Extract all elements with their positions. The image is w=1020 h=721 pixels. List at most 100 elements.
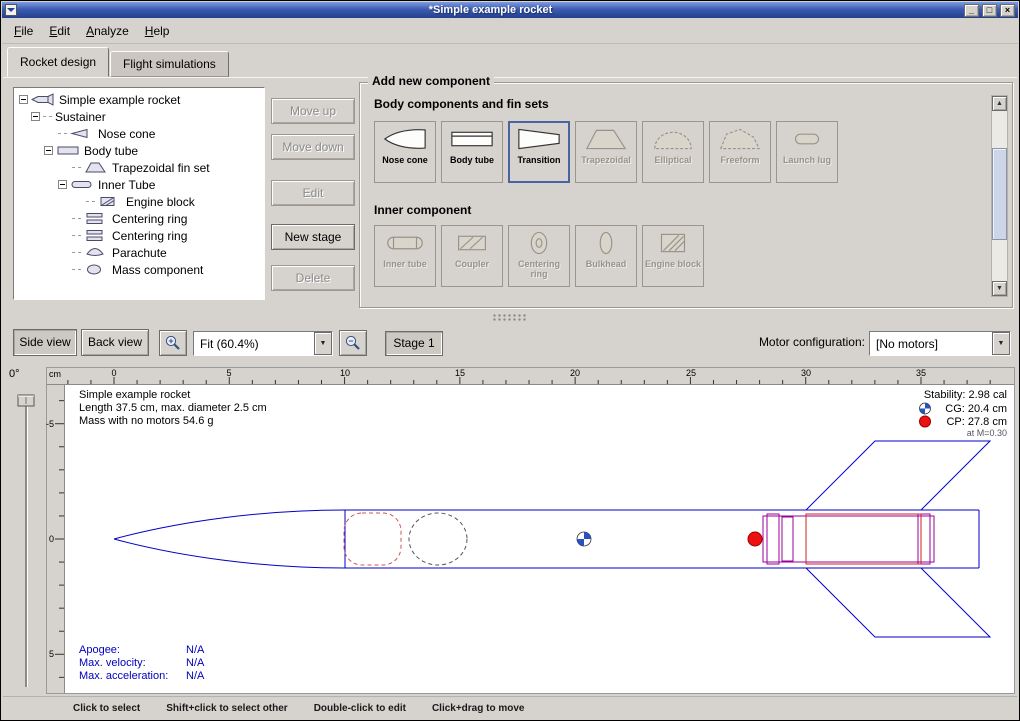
scroll-down-button[interactable]: ▼ <box>992 281 1007 296</box>
delete-button[interactable]: Delete <box>271 265 355 291</box>
svg-text:N/A: N/A <box>186 644 205 656</box>
freeform-fin-shape-icon <box>717 125 763 153</box>
menu-file[interactable]: File <box>6 20 41 42</box>
minimize-button[interactable]: _ <box>964 4 979 17</box>
collapse-icon[interactable] <box>31 112 40 121</box>
maximize-button[interactable]: □ <box>982 4 997 17</box>
move-up-button[interactable]: Move up <box>271 98 355 124</box>
zoom-out-button[interactable] <box>339 330 367 356</box>
tree-item-nose-cone[interactable]: Nose cone <box>16 125 262 142</box>
inner-tube-shape-icon <box>382 229 428 257</box>
edit-button[interactable]: Edit <box>271 180 355 206</box>
add-inner-tube-button[interactable]: Inner tube <box>374 225 436 287</box>
collapse-icon[interactable] <box>19 95 28 104</box>
tree-item-rocket[interactable]: Simple example rocket <box>16 91 262 108</box>
tree-item-centering-ring-1[interactable]: Centering ring <box>16 210 262 227</box>
add-centering-ring-button[interactable]: Centering ring <box>508 225 570 287</box>
view-toolbar: Side view Back view Fit (60.4%) ▼ Stage … <box>3 323 1017 361</box>
window-title: *Simple example rocket <box>20 3 961 17</box>
motor-configuration-select[interactable]: [No motors] ▼ <box>869 331 1011 356</box>
chevron-down-icon[interactable]: ▼ <box>314 332 332 355</box>
tab-flight-simulations[interactable]: Flight simulations <box>110 51 229 77</box>
tree-item-parachute[interactable]: Parachute <box>16 244 262 261</box>
rocket-icon <box>31 93 55 106</box>
main-tabs: Rocket design Flight simulations <box>7 46 230 77</box>
zoom-in-button[interactable] <box>159 330 187 356</box>
move-down-button[interactable]: Move down <box>271 134 355 160</box>
motor-configuration-label: Motor configuration: <box>759 335 865 349</box>
transition-shape-icon <box>516 125 562 153</box>
rocket-canvas[interactable]: 0° cm 0 5 10 15 20 <box>1 361 1020 695</box>
side-view-button[interactable]: Side view <box>13 329 77 356</box>
engine-block-icon <box>98 195 122 208</box>
stage-1-toggle[interactable]: Stage 1 <box>385 331 443 356</box>
tree-connector <box>72 167 81 168</box>
component-scrollbar[interactable]: ▲ ▼ <box>991 95 1008 297</box>
new-stage-button[interactable]: New stage <box>271 224 355 250</box>
tab-rocket-design[interactable]: Rocket design <box>7 47 109 77</box>
window-icon[interactable] <box>5 4 17 16</box>
add-freeform-fin-button[interactable]: Freeform <box>709 121 771 183</box>
add-launch-lug-button[interactable]: Launch lug <box>776 121 838 183</box>
tree-item-label: Centering ring <box>112 229 187 243</box>
tree-item-sustainer[interactable]: Sustainer <box>16 108 262 125</box>
back-view-button[interactable]: Back view <box>81 329 149 356</box>
add-elliptical-fin-button[interactable]: Elliptical <box>642 121 704 183</box>
horizontal-ruler: cm 0 5 10 15 20 25 30 35 <box>47 368 1014 385</box>
rocket-dimensions: Length 37.5 cm, max. diameter 2.5 cm <box>79 402 267 414</box>
add-bulkhead-button[interactable]: Bulkhead <box>575 225 637 287</box>
collapse-icon[interactable] <box>44 146 53 155</box>
menu-analyze[interactable]: Analyze <box>78 20 137 42</box>
status-bar: Click to select Shift+click to select ot… <box>3 696 1017 719</box>
tree-connector <box>58 133 67 134</box>
chevron-down-icon[interactable]: ▼ <box>992 332 1010 355</box>
tree-item-engine-block[interactable]: Engine block <box>16 193 262 210</box>
menu-help[interactable]: Help <box>137 20 178 42</box>
close-button[interactable]: × <box>1000 4 1015 17</box>
nose-cone-shape-icon <box>382 125 428 153</box>
hint-click-select: Click to select <box>73 703 140 714</box>
ruler-unit: cm <box>49 369 61 379</box>
add-trapezoidal-fin-button[interactable]: Trapezoidal <box>575 121 637 183</box>
tree-item-mass-component[interactable]: Mass component <box>16 261 262 278</box>
centering-ring-icon <box>84 212 108 225</box>
tree-item-label: Centering ring <box>112 212 187 226</box>
inner-tube-icon <box>70 178 94 191</box>
add-coupler-button[interactable]: Coupler <box>441 225 503 287</box>
drawing-area[interactable] <box>65 385 1015 693</box>
add-transition-button[interactable]: Transition <box>508 121 570 183</box>
add-nose-cone-button[interactable]: Nose cone <box>374 121 436 183</box>
app-window: *Simple example rocket _ □ × File Edit A… <box>0 0 1020 721</box>
svg-text:0: 0 <box>111 368 116 378</box>
tree-connector <box>43 116 52 117</box>
tree-item-centering-ring-2[interactable]: Centering ring <box>16 227 262 244</box>
tree-item-body-tube[interactable]: Body tube <box>16 142 262 159</box>
svg-text:Max. velocity:: Max. velocity: <box>79 657 146 669</box>
collapse-icon[interactable] <box>58 180 67 189</box>
add-engine-block-button[interactable]: Engine block <box>642 225 704 287</box>
split-divider[interactable] <box>3 313 1017 323</box>
tree-item-fin-set[interactable]: Trapezoidal fin set <box>16 159 262 176</box>
scrollbar-thumb[interactable] <box>992 148 1007 240</box>
tree-item-label: Engine block <box>126 195 195 209</box>
rotation-value: 0° <box>9 368 20 380</box>
engine-block-shape-icon <box>650 229 696 257</box>
menu-edit[interactable]: Edit <box>41 20 78 42</box>
rotation-slider[interactable] <box>18 395 34 687</box>
component-tree: Simple example rocket Sustainer Nose con… <box>13 87 265 300</box>
titlebar: *Simple example rocket _ □ × <box>2 2 1018 18</box>
zoom-select[interactable]: Fit (60.4%) ▼ <box>193 331 333 356</box>
group-title: Add new component <box>368 74 494 88</box>
hint-double-click: Double-click to edit <box>314 703 406 714</box>
tree-connector <box>72 269 81 270</box>
zoom-out-icon <box>344 334 362 352</box>
scroll-up-button[interactable]: ▲ <box>992 96 1007 111</box>
svg-text:35: 35 <box>916 368 926 378</box>
coupler-shape-icon <box>449 229 495 257</box>
rotation-slider-thumb[interactable] <box>18 395 34 406</box>
tree-item-inner-tube[interactable]: Inner Tube <box>16 176 262 193</box>
add-body-tube-button[interactable]: Body tube <box>441 121 503 183</box>
trapezoidal-fin-icon <box>84 161 108 174</box>
nose-cone-icon <box>70 127 94 140</box>
menubar: File Edit Analyze Help <box>2 18 1018 44</box>
